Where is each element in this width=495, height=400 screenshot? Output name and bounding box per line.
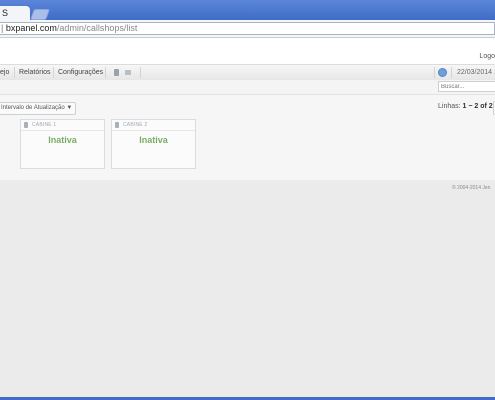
booth-card[interactable]: CABINE 1 Inativa [20, 119, 105, 169]
monitor-icon[interactable] [125, 70, 131, 75]
booth-status: Inativa [48, 135, 77, 145]
nav-divider [53, 67, 54, 78]
phone-icon [115, 122, 119, 128]
address-bar-path: /admin/callshops/list [56, 23, 138, 33]
nav-item-reports[interactable]: Relatórios [19, 65, 51, 80]
nav-divider [105, 67, 106, 78]
pagination-range: 1 − 2 of 2 [462, 103, 493, 110]
booth-status: Inativa [139, 135, 168, 145]
browser-tab[interactable]: S [0, 6, 30, 20]
browser-tab-title: S [2, 8, 9, 18]
new-tab-button[interactable] [29, 9, 51, 20]
page: Logo ejo Relatórios Configurações 22/03/… [0, 38, 495, 398]
refresh-interval-dropdown[interactable]: Intervalo de Atualização ▼ [0, 102, 77, 115]
pagination-prefix: Linhas: [438, 103, 461, 110]
address-bar-prefix: | [1, 23, 4, 33]
browser-tab-strip: S [0, 0, 495, 20]
nav-divider [140, 67, 141, 78]
page-header: Logo [0, 38, 495, 64]
help-icon[interactable] [438, 68, 447, 77]
nav-divider [434, 67, 435, 78]
nav-divider [14, 67, 15, 78]
chevron-down-icon: ▼ [66, 105, 73, 111]
booth-card-header: CABINE 2 [112, 120, 195, 131]
booth-card-header: CABINE 1 [21, 120, 104, 131]
address-bar-host: bxpanel.com [5, 23, 57, 33]
search-input[interactable] [438, 81, 495, 92]
nav-item-manage[interactable]: ejo [0, 65, 9, 80]
nav-item-settings[interactable]: Configurações [58, 65, 103, 80]
main-nav: ejo Relatórios Configurações 22/03/2014 … [0, 64, 495, 81]
phone-icon [24, 122, 28, 128]
nav-divider [451, 67, 452, 78]
booth-panel: Intervalo de Atualização ▼ Linhas: 1 − 2… [0, 95, 495, 180]
current-date: 22/03/2014 1 [457, 69, 495, 76]
phone-icon[interactable] [114, 69, 119, 76]
booth-name: CABINE 2 [123, 122, 148, 128]
footer-copyright: © 2004-2014 Jen [452, 185, 491, 191]
refresh-interval-label: Intervalo de Atualização [1, 105, 65, 111]
pagination-info: Linhas: 1 − 2 of 2 [438, 103, 493, 110]
booth-card[interactable]: CABINE 2 Inativa [111, 119, 196, 169]
address-bar[interactable]: | bxpanel.com/admin/callshops/list [0, 22, 495, 35]
logout-link[interactable]: Logo [479, 53, 495, 60]
booth-name: CABINE 1 [32, 122, 57, 128]
search-bar [0, 80, 495, 95]
